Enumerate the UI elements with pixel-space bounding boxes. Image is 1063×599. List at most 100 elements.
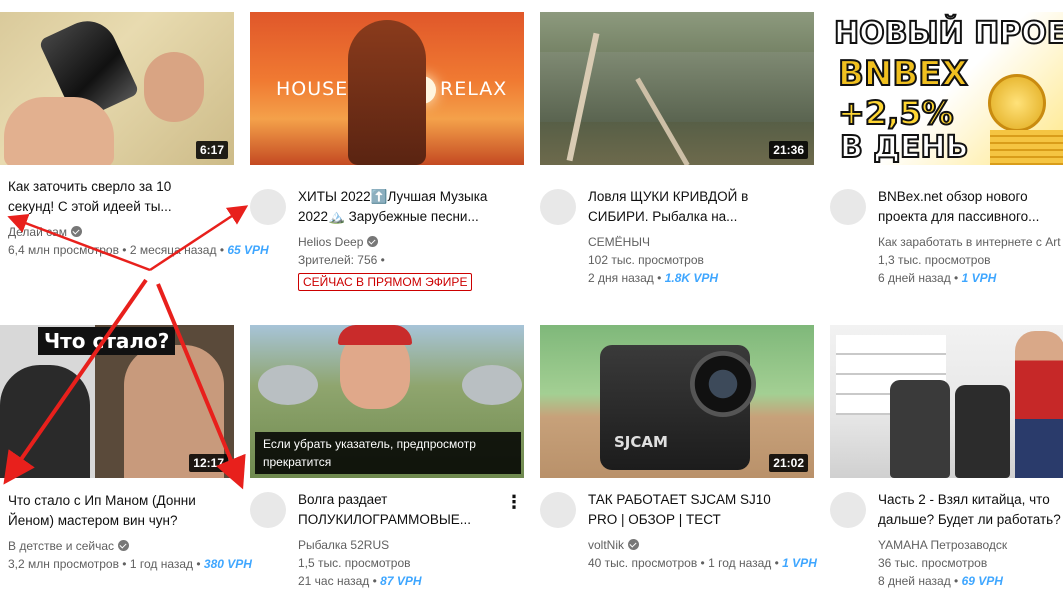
thumb-finger-image <box>4 97 114 165</box>
video-stats: Зрителей: 756 • <box>298 253 385 267</box>
vph-value: 380 VPH <box>203 557 252 571</box>
coin-stack-image <box>990 130 1063 165</box>
channel-label[interactable]: YAMAHA Петрозаводск <box>878 538 1007 552</box>
video-stats: 8 дней назад • 69 VPH <box>878 574 1003 588</box>
channel-avatar[interactable] <box>540 189 576 225</box>
channel-name[interactable]: СЕМЁНЫЧ <box>588 233 788 251</box>
video-thumbnail[interactable]: 6:17 <box>0 12 234 165</box>
video-thumbnail[interactable]: HOUSE RELAX <box>250 12 524 165</box>
video-title[interactable]: Ловля ЩУКИ КРИВДОЙ в СИБИРИ. Рыбалка на.… <box>588 187 788 227</box>
fish-image <box>258 365 318 405</box>
channel-avatar[interactable] <box>830 189 866 225</box>
video-thumbnail[interactable]: НОВЫЙ ПРОЕК BNBEX +2,5% В ДЕНЬ <box>830 12 1063 165</box>
upload-age: 1 год назад <box>708 556 772 570</box>
thumb-text-line2: BNBEX <box>837 53 969 95</box>
video-stats: 21 час назад • 87 VPH <box>298 574 422 588</box>
video-duration: 6:17 <box>195 141 228 159</box>
channel-avatar[interactable] <box>250 189 286 225</box>
channel-label[interactable]: Как заработать в интернете с Art <box>878 235 1061 249</box>
viewer-count: Зрителей: 756 <box>298 253 378 267</box>
video-stats: 2 дня назад • 1.8K VPH <box>588 271 719 285</box>
thumb-text-line4: В ДЕНЬ <box>839 129 969 165</box>
video-stats: 102 тыс. просмотров <box>588 251 788 269</box>
video-duration: 12:17 <box>189 454 228 472</box>
video-stats: 1,5 тыс. просмотров <box>298 554 498 572</box>
person-image <box>0 365 90 478</box>
view-count: 1,5 тыс. просмотров <box>298 556 411 570</box>
upload-age: 1 год назад <box>129 557 194 571</box>
more-options-button[interactable]: ⋮ <box>502 490 526 514</box>
video-title[interactable]: ХИТЫ 2022⬆️Лучшая Музыка 2022🏔️ Зарубежн… <box>298 187 498 227</box>
thumb-fingertip-image <box>144 52 204 122</box>
video-thumbnail[interactable]: 21:36 <box>540 12 814 165</box>
video-stats: 40 тыс. просмотров • 1 год назад • 1 VPH <box>588 556 817 570</box>
channel-avatar[interactable] <box>830 492 866 528</box>
verified-icon <box>628 539 640 550</box>
coin-icon <box>988 74 1046 132</box>
thumb-text-right: RELAX <box>440 78 508 100</box>
video-stats: 3,2 млн просмотров • 1 год назад • 380 V… <box>8 557 252 571</box>
channel-label[interactable]: Helios Deep <box>298 235 363 249</box>
video-stats: 1,3 тыс. просмотров <box>878 251 1063 269</box>
video-title[interactable]: ТАК РАБОТАЕТ SJCAM SJ10 PRO | ОБЗОР | ТЕ… <box>588 490 788 530</box>
video-thumbnail[interactable]: SJCAM 21:02 <box>540 325 814 478</box>
person-silhouette <box>348 20 426 165</box>
view-count: 102 тыс. просмотров <box>588 253 704 267</box>
upload-age: 21 час назад <box>298 574 370 588</box>
video-thumbnail[interactable] <box>830 325 1063 478</box>
channel-name[interactable]: Делай сам <box>8 223 269 241</box>
vph-value: 65 VPH <box>227 243 269 257</box>
channel-name[interactable]: В детстве и сейчас <box>8 537 252 555</box>
vph-value: 1.8K VPH <box>664 271 719 285</box>
upload-age: 8 дней назад <box>878 574 951 588</box>
verified-icon <box>367 236 379 247</box>
view-count: 3,2 млн просмотров <box>8 557 119 571</box>
channel-name[interactable]: Как заработать в интернете с Art <box>878 233 1063 251</box>
video-title[interactable]: Волга раздает ПОЛУКИЛОГРАММОВЫЕ... <box>298 490 498 530</box>
outboard-motor-image <box>955 385 1010 478</box>
view-count: 40 тыс. просмотров <box>588 556 698 570</box>
cap-image <box>338 325 412 345</box>
vph-value: 1 VPH <box>961 271 997 285</box>
channel-label[interactable]: Рыбалка 52RUS <box>298 538 389 552</box>
channel-name[interactable]: Рыбалка 52RUS <box>298 536 498 554</box>
channel-name[interactable]: voltNik <box>588 536 817 554</box>
upload-age: 6 дней назад <box>878 271 951 285</box>
vph-value: 69 VPH <box>961 574 1003 588</box>
thumb-text-line3: +2,5% <box>837 93 955 133</box>
channel-label[interactable]: В детстве и сейчас <box>8 539 114 553</box>
verified-icon <box>118 540 130 551</box>
video-duration: 21:36 <box>769 141 808 159</box>
upload-age: 2 месяца назад <box>129 243 217 257</box>
video-stats: 6 дней назад • 1 VPH <box>878 271 997 285</box>
thumb-text-line1: НОВЫЙ ПРОЕК <box>833 15 1063 52</box>
channel-avatar[interactable] <box>250 492 286 528</box>
video-title[interactable]: BNBex.net обзор нового проекта для пасси… <box>878 187 1063 227</box>
channel-name[interactable]: YAMAHA Петрозаводск <box>878 536 1063 554</box>
live-badge: СЕЙЧАС В ПРЯМОМ ЭФИРЕ <box>298 273 473 291</box>
channel-label[interactable]: voltNik <box>588 538 624 552</box>
view-count: 36 тыс. просмотров <box>878 556 988 570</box>
video-duration: 21:02 <box>769 454 808 472</box>
fish-image <box>462 365 522 405</box>
outboard-motor-image <box>890 380 950 478</box>
vph-value: 87 VPH <box>380 574 422 588</box>
preview-tooltip: Если убрать указатель, предпросмотр прек… <box>255 432 521 474</box>
video-thumbnail[interactable]: Что стало? 12:17 <box>0 325 234 478</box>
thumb-text-left: HOUSE <box>276 78 349 100</box>
channel-label[interactable]: СЕМЁНЫЧ <box>588 235 650 249</box>
video-title[interactable]: Часть 2 - Взял китайца, что дальше? Буде… <box>878 490 1063 530</box>
view-count: 6,4 млн просмотров <box>8 243 119 257</box>
video-title[interactable]: Как заточить сверло за 10 секунд! С этой… <box>8 177 208 217</box>
video-title[interactable]: Что стало с Ип Маном (Донни Йеном) масте… <box>8 491 208 531</box>
channel-avatar[interactable] <box>540 492 576 528</box>
upload-age: 2 дня назад <box>588 271 654 285</box>
vph-value: 1 VPH <box>782 556 817 570</box>
video-stats: 6,4 млн просмотров • 2 месяца назад • 65… <box>8 243 269 257</box>
channel-name[interactable]: Helios Deep <box>298 233 498 251</box>
verified-icon <box>71 226 83 237</box>
video-stats: 36 тыс. просмотров <box>878 554 1063 572</box>
lens-image <box>690 351 756 417</box>
channel-label[interactable]: Делай сам <box>8 225 67 239</box>
thumb-text: Что стало? <box>38 327 176 355</box>
